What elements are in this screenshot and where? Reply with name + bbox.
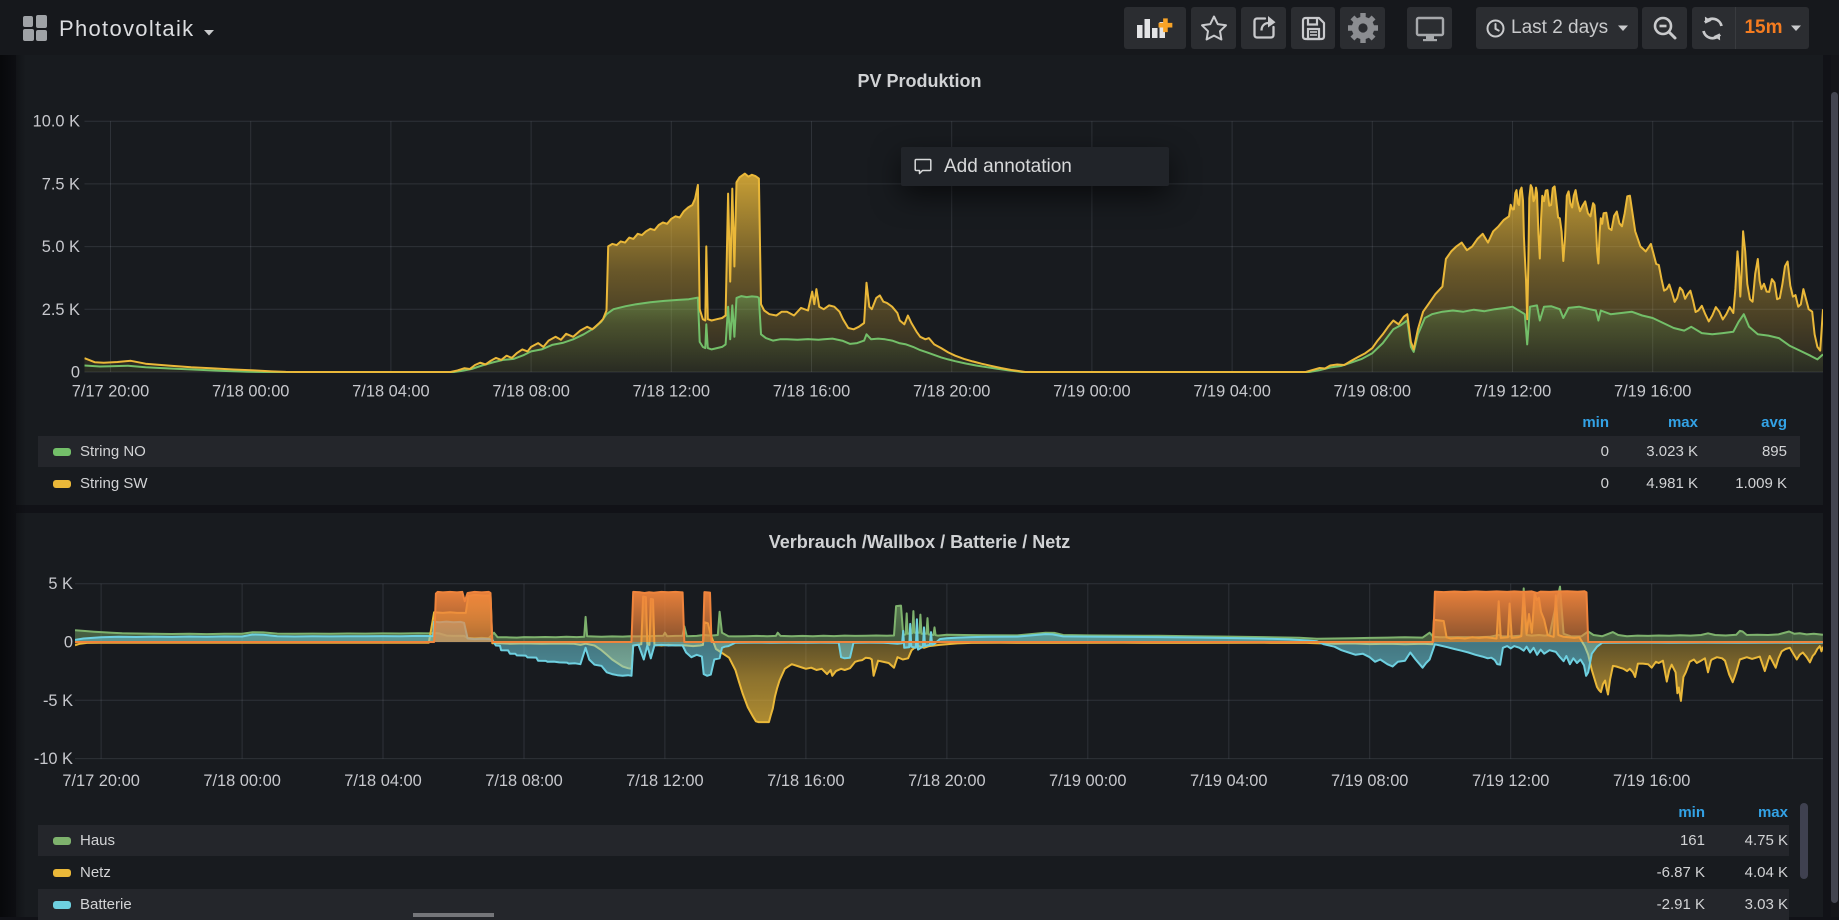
svg-text:0: 0	[71, 364, 80, 382]
svg-text:7/19 16:00: 7/19 16:00	[1614, 383, 1691, 401]
svg-text:0: 0	[64, 634, 73, 652]
svg-text:7/19 04:00: 7/19 04:00	[1190, 772, 1267, 790]
svg-text:7/19 00:00: 7/19 00:00	[1053, 383, 1130, 401]
svg-text:7/19 08:00: 7/19 08:00	[1334, 383, 1411, 401]
svg-text:7/18 00:00: 7/18 00:00	[212, 383, 289, 401]
svg-text:7/18 20:00: 7/18 20:00	[908, 772, 985, 790]
svg-text:7/18 04:00: 7/18 04:00	[352, 383, 429, 401]
svg-text:7/18 20:00: 7/18 20:00	[913, 383, 990, 401]
svg-text:7/19 12:00: 7/19 12:00	[1474, 383, 1551, 401]
svg-text:5 K: 5 K	[48, 575, 73, 593]
svg-text:7/18 08:00: 7/18 08:00	[485, 772, 562, 790]
svg-text:7/19 04:00: 7/19 04:00	[1193, 383, 1270, 401]
svg-text:7/18 00:00: 7/18 00:00	[203, 772, 280, 790]
svg-text:7/18 16:00: 7/18 16:00	[767, 772, 844, 790]
svg-text:7/18 12:00: 7/18 12:00	[633, 383, 710, 401]
svg-text:7/19 16:00: 7/19 16:00	[1613, 772, 1690, 790]
svg-text:7/19 08:00: 7/19 08:00	[1331, 772, 1408, 790]
svg-text:2.5 K: 2.5 K	[42, 301, 80, 319]
svg-text:7/17 20:00: 7/17 20:00	[62, 772, 139, 790]
svg-text:7/19 00:00: 7/19 00:00	[1049, 772, 1126, 790]
svg-text:10.0 K: 10.0 K	[33, 113, 80, 131]
svg-text:7/19 12:00: 7/19 12:00	[1472, 772, 1549, 790]
svg-text:-5 K: -5 K	[43, 692, 73, 710]
svg-text:7/18 04:00: 7/18 04:00	[344, 772, 421, 790]
svg-text:-10 K: -10 K	[34, 750, 73, 768]
svg-text:7/18 12:00: 7/18 12:00	[626, 772, 703, 790]
svg-text:7/18 16:00: 7/18 16:00	[773, 383, 850, 401]
svg-text:7.5 K: 7.5 K	[42, 175, 80, 193]
svg-text:5.0 K: 5.0 K	[42, 238, 80, 256]
svg-text:7/18 08:00: 7/18 08:00	[492, 383, 569, 401]
svg-text:7/17 20:00: 7/17 20:00	[72, 383, 149, 401]
